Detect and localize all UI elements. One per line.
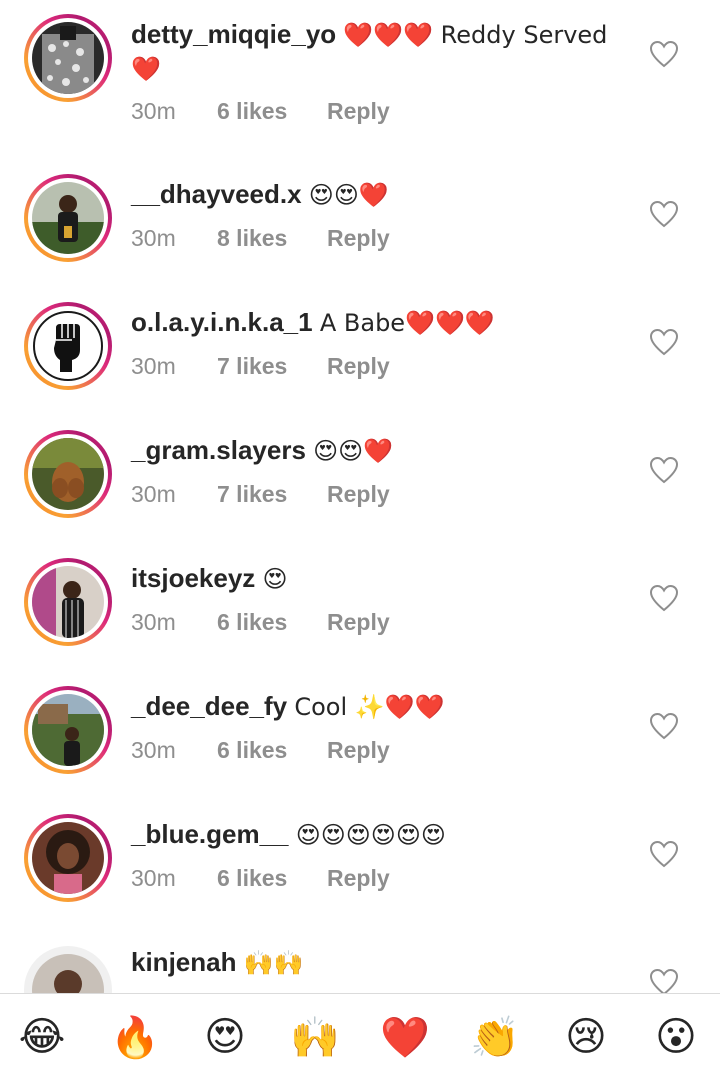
comment-body: 😍 [262,565,288,593]
comment-username[interactable]: kinjenah [131,947,236,977]
heart-outline-icon[interactable] [649,840,679,868]
comment-body: 😍😍😍😍😍😍 [295,821,446,849]
comment-username[interactable]: itsjoekeyz [131,563,255,593]
reaction-surprised-icon[interactable]: 😮 [651,1012,701,1062]
comment-meta: 30m 6 likes Reply [131,609,390,636]
reply-button[interactable]: Reply [327,225,390,252]
comment-meta: 30m 6 likes Reply [131,865,390,892]
comment-likes[interactable]: 6 likes [217,609,327,636]
comment-item: kinjenah 🙌🙌 [0,896,720,993]
comment-time: 30m [131,98,176,124]
heart-outline-icon[interactable] [649,40,679,68]
comment-meta: 30m 6 likes Reply [131,737,390,764]
comment-username[interactable]: _dee_dee_fy [131,691,287,721]
avatar[interactable] [24,686,112,774]
avatar-image [32,954,104,993]
comment-likes[interactable]: 6 likes [217,737,327,764]
avatar[interactable] [24,302,112,390]
avatar[interactable] [24,174,112,262]
reply-button[interactable]: Reply [327,737,390,764]
comment-likes[interactable]: 6 likes [217,865,327,892]
comment-time: 30m [131,737,176,763]
avatar-image [32,310,104,382]
comment-meta: 30m 6 likes Reply [131,98,390,125]
comment-likes[interactable]: 8 likes [217,225,327,252]
comment-item: _blue.gem__ 😍😍😍😍😍😍 30m 6 likes Reply [0,768,720,902]
comment-likes[interactable]: 7 likes [217,353,327,380]
comment-likes[interactable]: 6 likes [217,98,327,125]
avatar-image [32,694,104,766]
comment-body: 😍😍❤️ [313,437,394,465]
comment-username[interactable]: o.l.a.y.i.n.k.a_1 [131,307,313,337]
comment-time: 30m [131,225,176,251]
comment-username[interactable]: __dhayveed.x [131,179,302,209]
avatar[interactable] [24,14,112,102]
comment-text: _blue.gem__ 😍😍😍😍😍😍 [131,818,631,852]
comment-text: o.l.a.y.i.n.k.a_1 A Babe❤️❤️❤️ [131,306,631,340]
comment-item: detty_miqqie_yo ❤️❤️❤️ Reddy Served ❤️ 3… [0,0,720,128]
comment-text: detty_miqqie_yo ❤️❤️❤️ Reddy Served ❤️ [131,18,631,86]
reaction-raised-hands-icon[interactable]: 🙌 [290,1012,340,1062]
comment-body: A Babe❤️❤️❤️ [319,309,495,337]
comment-meta: 30m 8 likes Reply [131,225,390,252]
reply-button[interactable]: Reply [327,609,390,636]
reaction-clapping-icon[interactable]: 👏 [470,1012,520,1062]
comment-meta: 30m 7 likes Reply [131,353,390,380]
avatar-image [32,22,104,94]
comment-body: 😍😍❤️ [308,181,389,209]
comment-text: _dee_dee_fy Cool ✨❤️❤️ [131,690,631,724]
reply-button[interactable]: Reply [327,353,390,380]
comment-likes[interactable]: 7 likes [217,481,327,508]
heart-outline-icon[interactable] [649,968,679,993]
reaction-fire-icon[interactable]: 🔥 [110,1012,160,1062]
reaction-laughing-icon[interactable]: 😂 [17,1012,67,1062]
comment-item: _dee_dee_fy Cool ✨❤️❤️ 30m 6 likes Reply [0,640,720,774]
heart-outline-icon[interactable] [649,456,679,484]
comment-time: 30m [131,865,176,891]
comment-item: itsjoekeyz 😍 30m 6 likes Reply [0,512,720,646]
comment-text: itsjoekeyz 😍 [131,562,631,596]
heart-outline-icon[interactable] [649,200,679,228]
comment-username[interactable]: _blue.gem__ [131,819,289,849]
reaction-heart-eyes-icon[interactable]: 😍 [200,1012,250,1062]
comment-meta: 30m 7 likes Reply [131,481,390,508]
comment-time: 30m [131,481,176,507]
comment-item: __dhayveed.x 😍😍❤️ 30m 8 likes Reply [0,128,720,262]
avatar[interactable] [24,946,112,993]
avatar-image [32,566,104,638]
avatar-image [32,822,104,894]
comment-username[interactable]: detty_miqqie_yo [131,19,336,49]
comment-body: Cool ✨❤️❤️ [294,693,445,721]
comment-item: o.l.a.y.i.n.k.a_1 A Babe❤️❤️❤️ 30m 7 like… [0,256,720,390]
avatar-image [32,438,104,510]
comment-time: 30m [131,609,176,635]
heart-outline-icon[interactable] [649,712,679,740]
heart-outline-icon[interactable] [649,584,679,612]
reaction-crying-icon[interactable]: 😢 [561,1012,611,1062]
comment-list[interactable]: detty_miqqie_yo ❤️❤️❤️ Reddy Served ❤️ 3… [0,0,720,993]
comment-text: kinjenah 🙌🙌 [131,946,631,980]
avatar[interactable] [24,430,112,518]
comment-text: __dhayveed.x 😍😍❤️ [131,178,631,212]
comment-body: 🙌🙌 [243,949,304,977]
comment-time: 30m [131,353,176,379]
avatar[interactable] [24,814,112,902]
quick-reaction-bar: 😂 🔥 😍 🙌 ❤️ 👏 😢 😮 [0,993,720,1067]
comment-item: _gram.slayers 😍😍❤️ 30m 7 likes Reply [0,384,720,518]
reply-button[interactable]: Reply [327,865,390,892]
reply-button[interactable]: Reply [327,481,390,508]
comment-username[interactable]: _gram.slayers [131,435,306,465]
heart-outline-icon[interactable] [649,328,679,356]
comment-text: _gram.slayers 😍😍❤️ [131,434,631,468]
reaction-red-heart-icon[interactable]: ❤️ [380,1012,430,1062]
reply-button[interactable]: Reply [327,98,390,125]
avatar-image [32,182,104,254]
avatar[interactable] [24,558,112,646]
